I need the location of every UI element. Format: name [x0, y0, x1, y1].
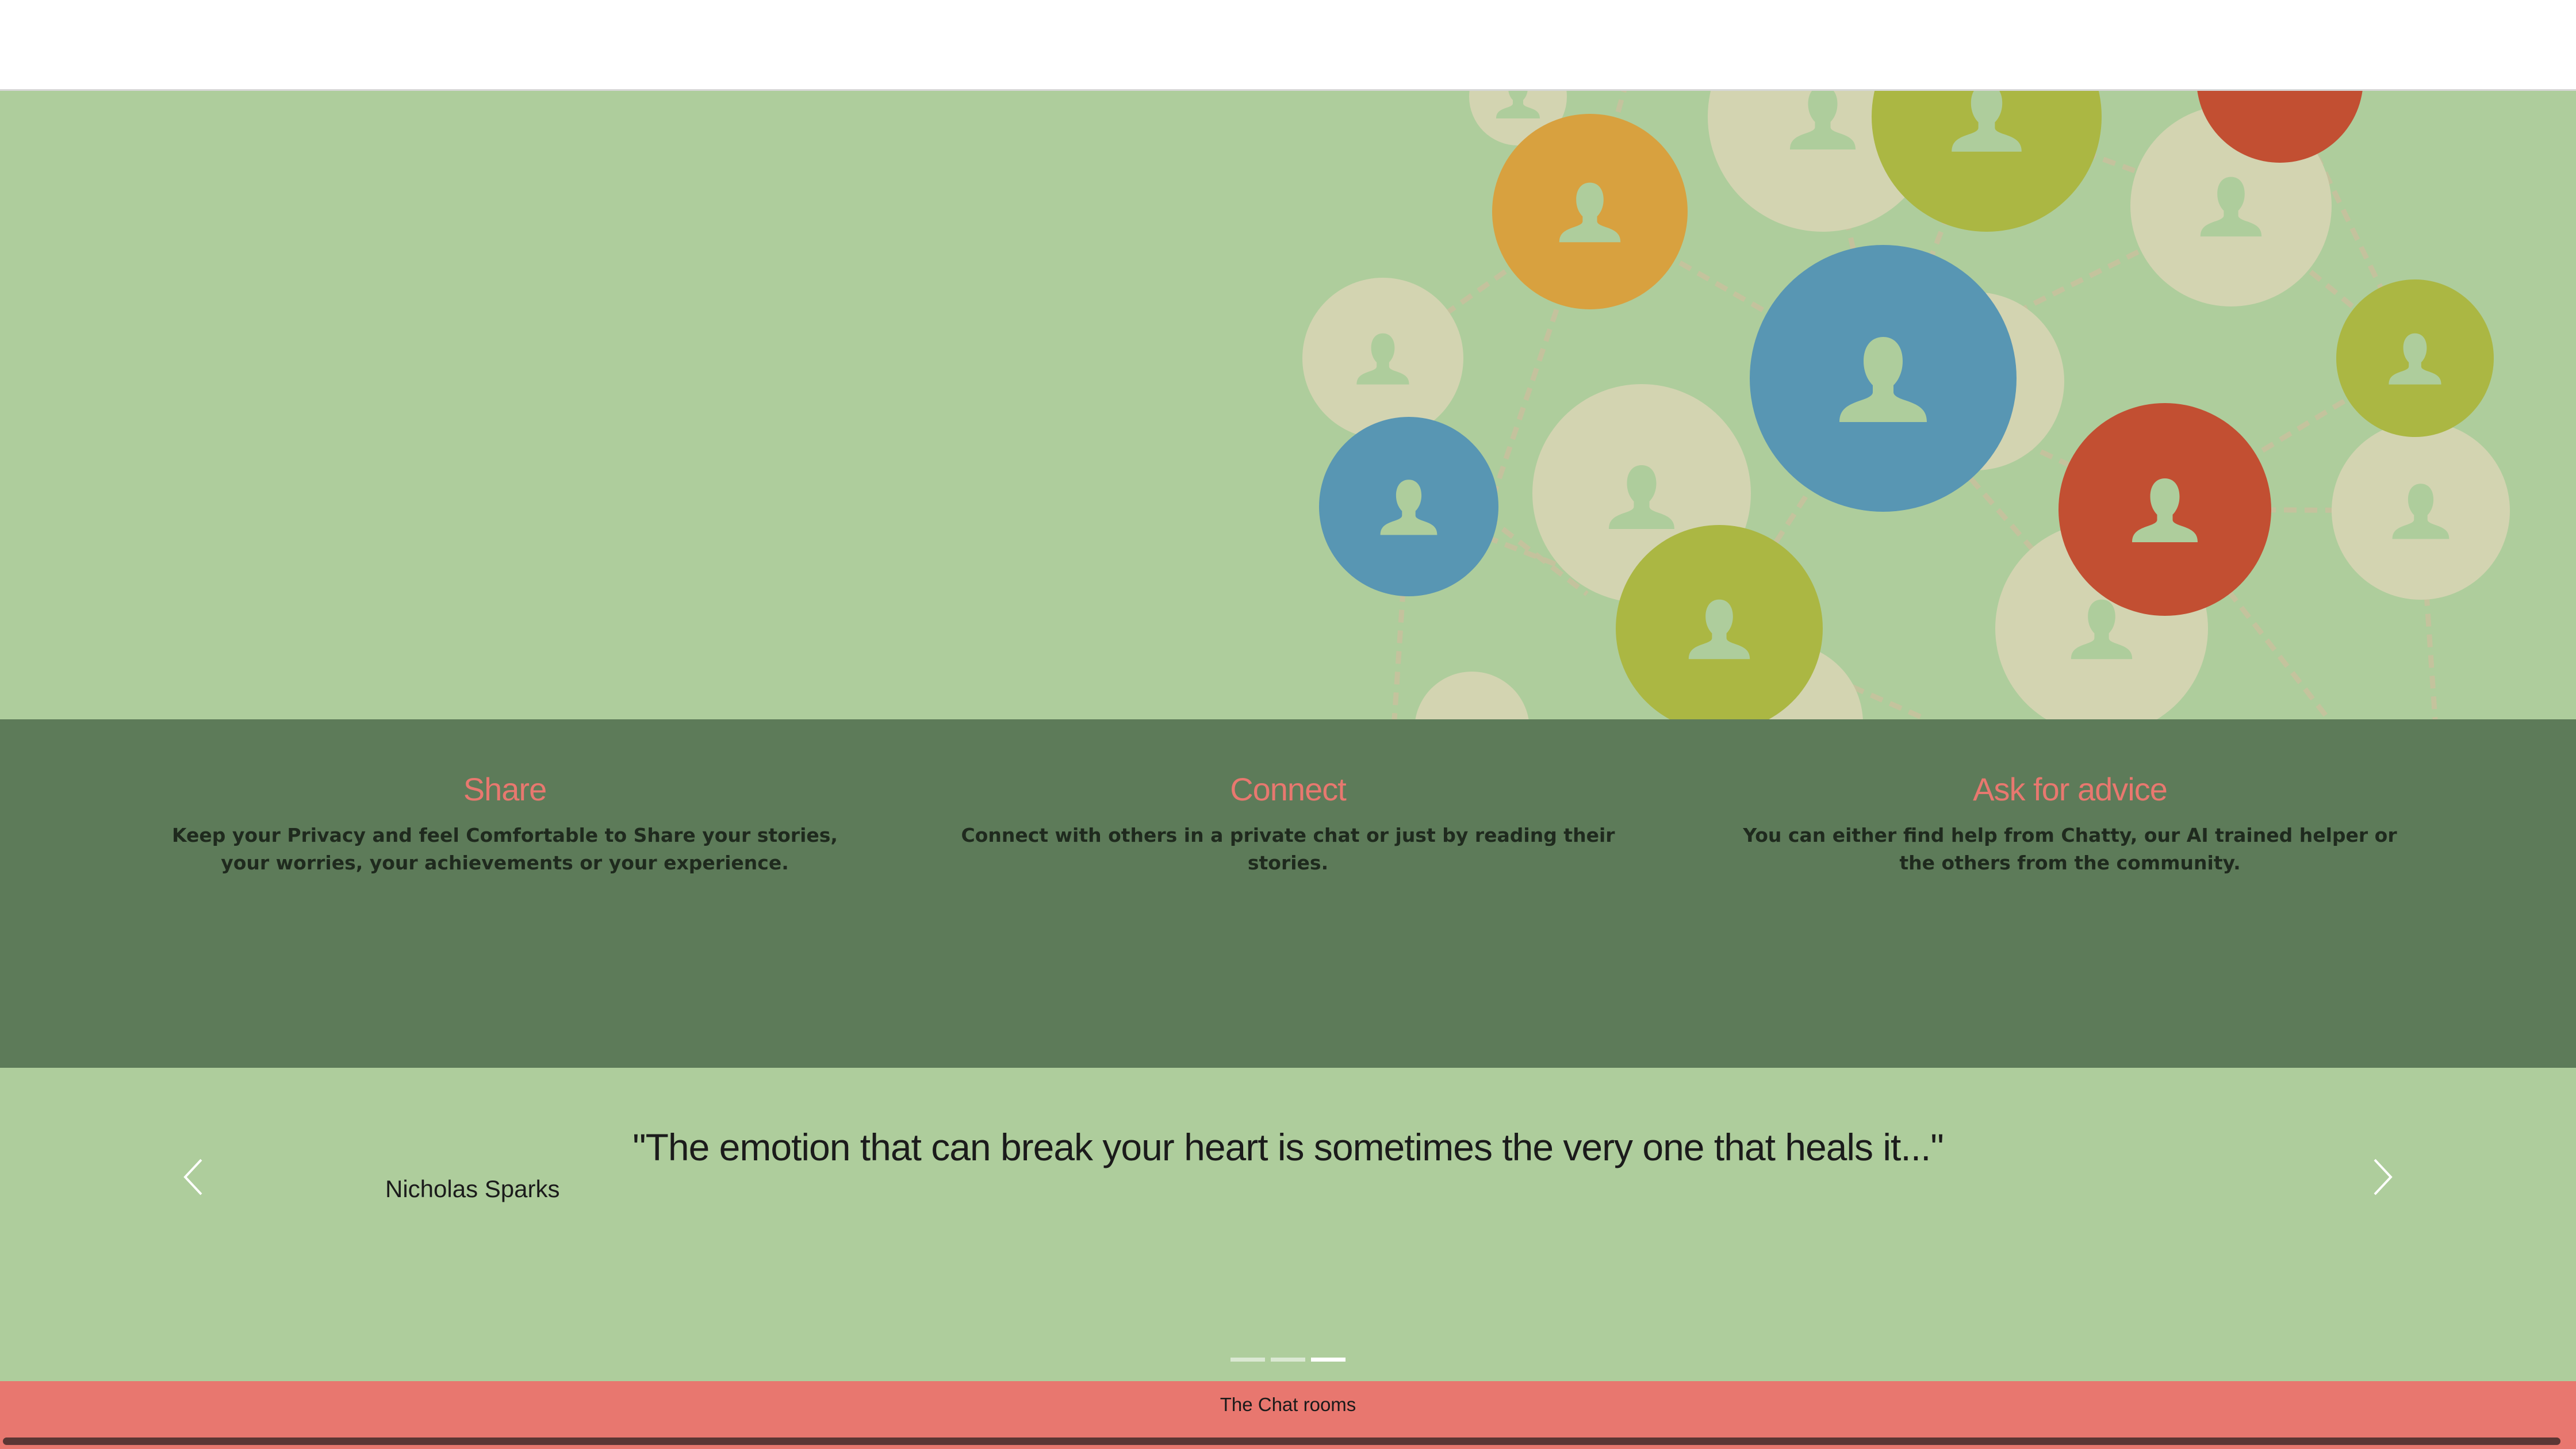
top-navbar	[0, 0, 2576, 91]
carousel-quote: "The emotion that can break your heart i…	[632, 1126, 1944, 1168]
carousel-indicators	[0, 1358, 2576, 1362]
feature-connect: Connect Connect with others in a private…	[943, 766, 1633, 877]
features-section: Share Keep your Privacy and feel Comfort…	[0, 719, 2576, 1068]
quote-carousel: "The emotion that can break your heart i…	[0, 1068, 2576, 1381]
feature-description: Keep your Privacy and feel Comfortable t…	[172, 824, 838, 874]
carousel-indicator-1[interactable]	[1230, 1358, 1265, 1362]
feature-share: Share Keep your Privacy and feel Comfort…	[160, 766, 850, 877]
carousel-author: Nicholas Sparks	[385, 1175, 560, 1202]
hero-banner	[0, 91, 2576, 719]
footer-bar: The Chat rooms	[0, 1381, 2576, 1449]
feature-title: Connect	[1230, 771, 1347, 807]
feature-title: Share	[463, 771, 547, 807]
feature-ask-for-advice: Ask for advice You can either find help …	[1725, 766, 2415, 877]
chevron-left-icon	[183, 1159, 202, 1195]
feature-description: You can either find help from Chatty, ou…	[1743, 824, 2397, 874]
horizontal-scrollbar[interactable]	[3, 1438, 2560, 1445]
chat-rooms-link[interactable]: The Chat rooms	[0, 1394, 2576, 1416]
feature-title: Ask for advice	[1973, 771, 2168, 807]
carousel-indicator-3[interactable]	[1311, 1358, 1346, 1362]
carousel-prev-button[interactable]	[176, 1148, 210, 1206]
feature-description: Connect with others in a private chat or…	[961, 824, 1615, 874]
carousel-indicator-2[interactable]	[1271, 1358, 1305, 1362]
people-network-illustration	[1302, 91, 2510, 719]
carousel-next-button[interactable]	[2366, 1148, 2400, 1206]
chevron-right-icon	[2374, 1159, 2393, 1195]
